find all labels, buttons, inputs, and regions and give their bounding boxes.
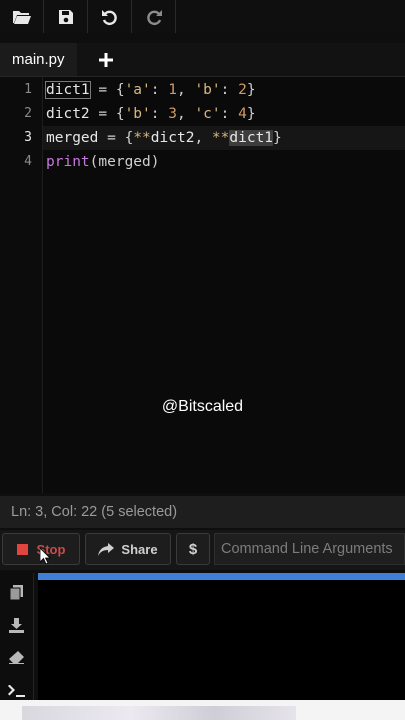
open-folder-button[interactable] [0, 0, 44, 33]
mouse-cursor-icon [39, 547, 51, 565]
save-button[interactable] [44, 0, 88, 33]
token: dict1 [45, 81, 91, 99]
token: dict2 [46, 106, 90, 122]
undo-icon [102, 9, 117, 25]
dollar-label: $ [188, 540, 198, 558]
cursor-position: Ln: 3, Col: 22 (5 selected) [11, 504, 178, 520]
share-button[interactable]: Share [85, 533, 171, 565]
code-line-3[interactable]: merged = {**dict2, **dict1} [46, 126, 282, 150]
main-toolbar [0, 0, 405, 33]
add-tab-button[interactable] [96, 43, 116, 76]
thumbnail-image [22, 706, 296, 720]
watermark: @Bitscaled [161, 398, 244, 415]
token: 'b' [124, 106, 151, 122]
token: 'b' [194, 82, 221, 98]
command-line-arguments-input[interactable]: Command Line Arguments [214, 533, 405, 565]
mouse-cursor [39, 547, 51, 570]
code-line-4[interactable]: print(merged) [46, 150, 160, 174]
token: ** [133, 130, 151, 146]
output-side-toolbar [0, 573, 34, 700]
execution-progress-bar [38, 573, 405, 580]
line-number: 1 [24, 82, 32, 97]
token: } [246, 106, 256, 122]
code-line-1[interactable]: dict1 = {'a': 1, 'b': 2} [45, 78, 256, 102]
terminal-icon [8, 685, 25, 697]
clear-output-button[interactable] [0, 643, 33, 671]
toolbar-divider [175, 0, 176, 33]
save-icon [59, 9, 73, 24]
token: 'a' [124, 82, 151, 98]
token: : [220, 106, 239, 122]
token: : [150, 106, 169, 122]
token: ** [211, 130, 230, 146]
share-icon [98, 542, 115, 556]
token: 3 [168, 106, 177, 122]
token: 4 [238, 106, 247, 122]
token: 1 [168, 82, 177, 98]
copy-icon [10, 584, 23, 600]
token: } [246, 82, 256, 98]
tab-bar: main.py [0, 43, 405, 77]
redo-button[interactable] [132, 0, 176, 33]
token: = { [98, 130, 134, 146]
stop-icon [16, 543, 28, 555]
token: 'c' [194, 106, 221, 122]
token: = { [89, 106, 125, 122]
eraser-icon [9, 650, 24, 664]
plus-icon [99, 52, 113, 67]
token: , [176, 106, 195, 122]
token: : [220, 82, 239, 98]
tab-label: main.py [12, 51, 65, 68]
line-number: 3 [24, 130, 32, 145]
run-toolbar: Stop Share $ Command Line Arguments [0, 530, 405, 570]
selected-text: dict1 [229, 130, 274, 146]
token: } [273, 130, 282, 146]
token: = { [89, 82, 125, 98]
args-placeholder: Command Line Arguments [221, 541, 393, 557]
status-bar: Ln: 3, Col: 22 (5 selected) [0, 496, 405, 528]
token: , [176, 82, 195, 98]
line-number: 4 [24, 154, 32, 169]
download-icon [9, 617, 24, 633]
code-line-2[interactable]: dict2 = {'b': 3, 'c': 4} [46, 102, 256, 126]
token: : [150, 82, 169, 98]
copy-output-button[interactable] [0, 578, 33, 606]
token: (merged) [89, 154, 160, 170]
download-output-button[interactable] [0, 611, 33, 639]
token: , [194, 130, 212, 146]
redo-icon [147, 9, 162, 25]
undo-button[interactable] [88, 0, 132, 33]
share-label: Share [121, 541, 158, 557]
token: print [46, 154, 90, 170]
open-folder-icon [13, 10, 31, 24]
token: merged [46, 130, 99, 146]
token: 2 [238, 82, 247, 98]
output-console[interactable] [38, 580, 405, 700]
line-number: 2 [24, 106, 32, 121]
line-number-gutter: 1 2 3 4 [0, 77, 43, 493]
dollar-button[interactable]: $ [176, 533, 210, 565]
token: dict2 [150, 130, 195, 146]
tab-main-py[interactable]: main.py [0, 43, 77, 76]
